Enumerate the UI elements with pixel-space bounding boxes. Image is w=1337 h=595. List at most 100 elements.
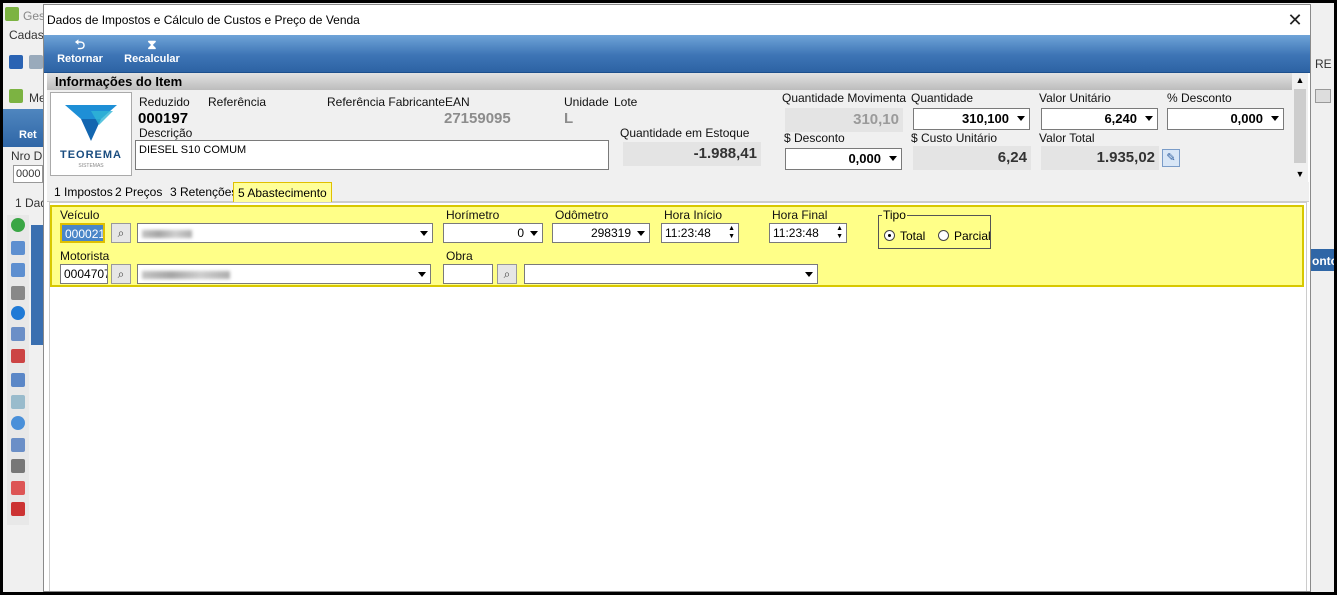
tipo-parcial-radio[interactable] bbox=[938, 230, 949, 241]
info-icon[interactable] bbox=[11, 306, 25, 320]
desc-label: $ Desconto bbox=[784, 131, 845, 145]
edit-icon[interactable] bbox=[11, 241, 25, 255]
bg-toolbar-icon-2[interactable] bbox=[29, 55, 43, 69]
veiculo-name-redacted bbox=[142, 230, 192, 238]
chevron-down-icon[interactable] bbox=[889, 156, 897, 161]
desc-field[interactable]: 0,000 bbox=[785, 148, 902, 170]
close-button[interactable]: ✕ bbox=[1284, 10, 1306, 30]
return-button[interactable]: ⮌ Retornar bbox=[54, 37, 106, 66]
valor-unit-value: 6,240 bbox=[1104, 111, 1137, 126]
sheet-icon[interactable] bbox=[11, 438, 25, 452]
tipo-total-radio[interactable] bbox=[884, 230, 895, 241]
bg-field-fragment: 0000 bbox=[16, 168, 41, 180]
valor-unit-field[interactable]: 6,240 bbox=[1041, 108, 1158, 130]
obra-code-field[interactable] bbox=[443, 264, 493, 284]
chevron-down-icon[interactable] bbox=[637, 231, 645, 236]
lote-label: Lote bbox=[614, 95, 638, 109]
book-icon[interactable] bbox=[11, 349, 25, 363]
hora-inicio-value: 11:23:48 bbox=[665, 226, 711, 240]
chevron-down-icon[interactable] bbox=[420, 231, 428, 236]
abastecimento-panel: Veículo 000021 ⌕ Horímetro 0 Odômetro 29… bbox=[50, 205, 1304, 287]
tab-retencoes[interactable]: 3 Retenções bbox=[166, 182, 241, 202]
scroll-thumb[interactable] bbox=[1294, 89, 1306, 163]
obra-search-button[interactable]: ⌕ bbox=[497, 264, 517, 284]
bg-minimize-icon[interactable] bbox=[1315, 89, 1331, 103]
horimetro-label: Horímetro bbox=[446, 208, 500, 222]
chevron-down-icon[interactable] bbox=[1017, 116, 1025, 121]
logo-text: TEOREMA bbox=[60, 149, 122, 161]
pct-desc-field[interactable]: 0,000 bbox=[1167, 108, 1284, 130]
edit-icon-2[interactable] bbox=[11, 263, 25, 277]
chevron-down-icon[interactable] bbox=[530, 231, 538, 236]
veiculo-code-field[interactable]: 000021 bbox=[60, 223, 105, 243]
motorista-code-field[interactable]: 0004707 bbox=[60, 264, 108, 284]
add-icon[interactable] bbox=[11, 218, 25, 232]
search-icon: ⌕ bbox=[117, 226, 125, 240]
hora-inicio-label: Hora Início bbox=[664, 208, 723, 222]
veiculo-code: 000021 bbox=[65, 227, 105, 241]
tipo-parcial-label[interactable]: Parcial bbox=[954, 229, 991, 243]
odometro-label: Odômetro bbox=[555, 208, 609, 222]
valor-total-label: Valor Total bbox=[1039, 131, 1095, 145]
bg-toolbar-strip bbox=[3, 109, 43, 147]
descricao-label: Descrição bbox=[139, 126, 193, 140]
qtd-mov-value: 310,10 bbox=[785, 108, 903, 132]
hora-inicio-field[interactable]: 11:23:48 ▲ ▼ bbox=[661, 223, 739, 243]
reduzido-value: 000197 bbox=[138, 110, 189, 127]
tab-impostos[interactable]: 1 Impostos bbox=[50, 182, 117, 202]
hourglass-icon: ⧗ bbox=[147, 37, 157, 52]
chevron-down-icon[interactable] bbox=[1271, 116, 1279, 121]
chevron-down-icon[interactable] bbox=[418, 272, 426, 277]
bg-menu-fragment[interactable]: Cadast bbox=[9, 28, 47, 42]
quantidade-field[interactable]: 310,100 bbox=[913, 108, 1030, 130]
item-info-header: Informações do Item bbox=[47, 73, 1292, 90]
unidade-label: Unidade bbox=[564, 95, 609, 109]
chevron-down-icon[interactable] bbox=[805, 272, 813, 277]
tipo-group: Tipo Total Parcial bbox=[878, 208, 991, 249]
veiculo-name-dropdown[interactable] bbox=[137, 223, 433, 243]
tab-precos[interactable]: 2 Preços bbox=[111, 182, 166, 202]
grid-icon[interactable] bbox=[11, 327, 25, 341]
veiculo-search-button[interactable]: ⌕ bbox=[111, 223, 131, 243]
edit-total-icon[interactable]: ✎ bbox=[1162, 149, 1180, 167]
table-icon[interactable] bbox=[11, 373, 25, 387]
recalculate-button[interactable]: ⧗ Recalcular bbox=[120, 37, 184, 66]
obra-name-dropdown[interactable] bbox=[524, 264, 818, 284]
odometro-field[interactable]: 298319 bbox=[552, 223, 650, 243]
unidade-value: L bbox=[564, 110, 574, 127]
info-vertical-scrollbar[interactable]: ▲ ▼ bbox=[1292, 73, 1308, 182]
motorista-search-button[interactable]: ⌕ bbox=[111, 264, 131, 284]
tipo-total-label[interactable]: Total bbox=[900, 229, 925, 243]
tools-icon[interactable] bbox=[11, 459, 25, 473]
bg-side-toolbar bbox=[7, 215, 29, 525]
hora-final-field[interactable]: 11:23:48 ▲ ▼ bbox=[769, 223, 847, 243]
horimetro-field[interactable]: 0 bbox=[443, 223, 543, 243]
settings-icon[interactable] bbox=[11, 416, 25, 430]
teorema-logo-icon bbox=[65, 105, 117, 141]
bg-left-fragment[interactable]: Ret bbox=[19, 129, 37, 141]
scroll-up-icon[interactable]: ▲ bbox=[1292, 73, 1308, 87]
spinner-icon[interactable]: ▲ ▼ bbox=[728, 225, 735, 241]
chevron-down-icon[interactable] bbox=[1145, 116, 1153, 121]
report-icon[interactable] bbox=[11, 502, 25, 516]
trash-icon[interactable] bbox=[11, 286, 25, 300]
descricao-field[interactable]: DIESEL S10 COMUM bbox=[135, 140, 609, 170]
pencil-icon[interactable] bbox=[11, 481, 25, 495]
dialog-title: Dados de Impostos e Cálculo de Custos e … bbox=[47, 13, 360, 27]
reduzido-label: Reduzido bbox=[139, 95, 190, 109]
product-logo: TEOREMA SISTEMAS bbox=[50, 92, 132, 176]
motorista-name-dropdown[interactable] bbox=[137, 264, 431, 284]
bg-title-fragment: Ges bbox=[23, 9, 46, 23]
tab-abastecimento[interactable]: 5 Abastecimento bbox=[233, 182, 332, 202]
scroll-down-icon[interactable]: ▼ bbox=[1292, 167, 1308, 181]
app-logo-icon bbox=[5, 7, 19, 21]
return-arrow-icon: ⮌ bbox=[74, 37, 86, 52]
motorista-code: 0004707 bbox=[64, 267, 108, 281]
pct-desc-value: 0,000 bbox=[1230, 111, 1263, 126]
blank-icon[interactable] bbox=[11, 395, 25, 409]
horimetro-value: 0 bbox=[517, 226, 524, 240]
bg-toolbar-icon[interactable] bbox=[9, 55, 23, 69]
spinner-icon[interactable]: ▲ ▼ bbox=[836, 225, 843, 241]
ean-label: EAN bbox=[445, 95, 470, 109]
motorista-label: Motorista bbox=[60, 249, 110, 263]
